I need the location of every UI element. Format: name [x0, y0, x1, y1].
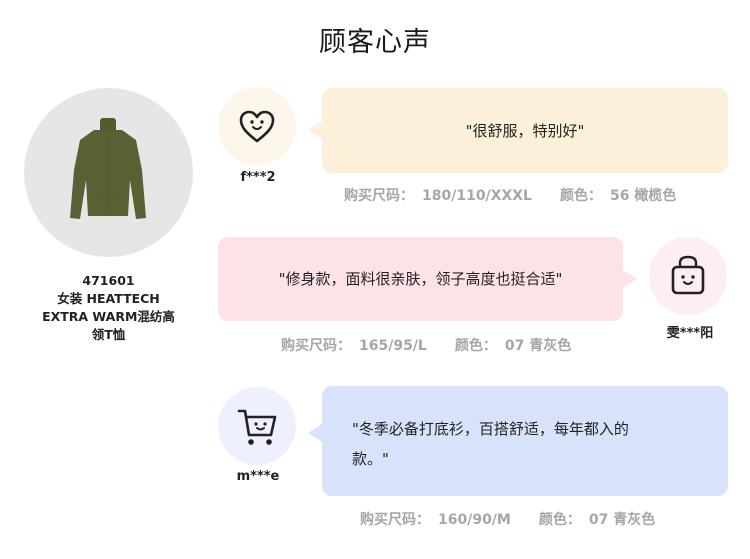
color-label: 颜色： — [454, 338, 497, 354]
review-1-bubble: "很舒服，特别好" — [308, 88, 728, 173]
review-3-avatar — [218, 387, 296, 465]
review-2-size: 165/95/L — [359, 338, 427, 354]
shopping-bag-smile-icon — [671, 255, 705, 295]
color-label: 颜色： — [559, 188, 602, 204]
review-2-text: "修身款，面料很亲肤，领子高度也挺合适" — [278, 270, 563, 288]
shopping-cart-smile-icon — [237, 409, 277, 445]
size-label: 购买尺码： — [344, 188, 414, 204]
page-title: 顾客心声 — [319, 27, 431, 58]
product-image — [24, 88, 193, 257]
review-3-bubble: "冬季必备打底衫，百搭舒适，每年都入的 款。" — [308, 386, 728, 496]
review-1-color: 56 橄榄色 — [609, 188, 677, 204]
review-2-avatar — [649, 237, 727, 315]
review-1-avatar — [218, 87, 296, 165]
size-label: 购买尺码： — [360, 512, 430, 528]
review-3-username: m***e — [236, 469, 280, 484]
color-label: 颜色： — [538, 512, 581, 528]
size-label: 购买尺码： — [281, 338, 351, 354]
review-2-color: 07 青灰色 — [504, 338, 572, 354]
product-name-line3: 领T恤 — [91, 327, 126, 342]
review-3-meta: 购买尺码： 160/90/M 颜色： 07 青灰色 — [360, 509, 655, 529]
review-1-username: f***2 — [240, 170, 276, 185]
review-1-text: "很舒服，特别好" — [465, 122, 585, 140]
review-3-text: "冬季必备打底衫，百搭舒适，每年都入的 款。" — [352, 414, 629, 474]
product-info: 471601 女装 HEATTECH EXTRA WARM混纺高 领T恤 — [20, 272, 197, 344]
turtleneck-shirt-image — [70, 118, 146, 219]
review-1-size: 180/110/XXXL — [422, 188, 532, 204]
review-3-color: 07 青灰色 — [588, 512, 656, 528]
product-code: 471601 — [82, 273, 135, 288]
review-2-username: 雯***阳 — [666, 326, 714, 341]
heart-smile-icon — [239, 110, 275, 143]
review-3-size: 160/90/M — [438, 512, 511, 528]
review-3-text-line1: "冬季必备打底衫，百搭舒适，每年都入的 — [352, 420, 629, 438]
product-name-line1: 女装 HEATTECH — [57, 291, 160, 306]
review-3-text-line2: 款。" — [352, 450, 389, 468]
product-name-line2: EXTRA WARM混纺高 — [42, 309, 175, 324]
review-2-meta: 购买尺码： 165/95/L 颜色： 07 青灰色 — [281, 335, 571, 355]
review-2-bubble: "修身款，面料很亲肤，领子高度也挺合适" — [218, 237, 637, 321]
review-1-meta: 购买尺码： 180/110/XXXL 颜色： 56 橄榄色 — [344, 185, 676, 205]
